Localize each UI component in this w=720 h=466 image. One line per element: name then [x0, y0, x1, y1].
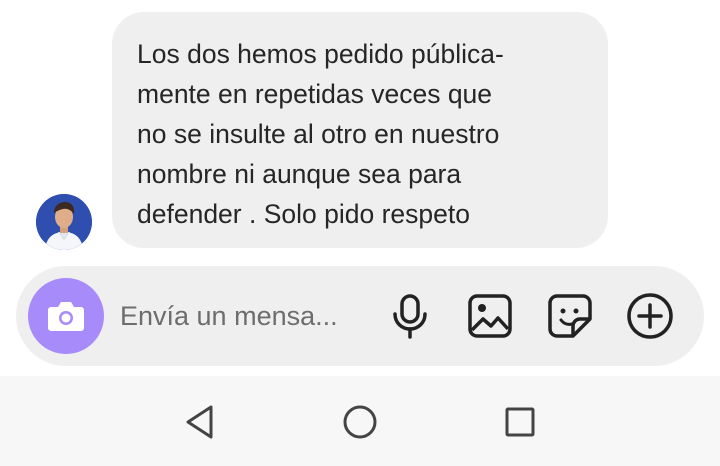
recents-button[interactable] [498, 400, 542, 444]
back-button[interactable] [178, 400, 222, 444]
camera-button[interactable] [28, 278, 104, 354]
message-text-line: nombre ni aunque sea para [137, 159, 462, 189]
message-composer: Envía un mensa... [16, 266, 704, 366]
message-text-line: Los dos hemos pedido pública- [137, 39, 504, 69]
avatar[interactable] [36, 194, 92, 250]
sticker-button[interactable] [545, 291, 595, 341]
voice-message-button[interactable] [385, 291, 435, 341]
recents-icon [505, 407, 535, 437]
sticker-icon [548, 294, 592, 338]
microphone-icon [393, 294, 427, 339]
message-text-line: no se insulte al otro en nuestro [137, 119, 500, 149]
home-button[interactable] [338, 400, 382, 444]
message-text-line: defender . Solo pido respeto [137, 199, 470, 229]
more-options-button[interactable] [625, 291, 675, 341]
message-thread: Los dos hemos pedido pública- mente en r… [0, 0, 720, 262]
home-icon [343, 405, 377, 439]
profile-photo [36, 194, 92, 250]
message-text-line: mente en repetidas veces que [137, 79, 493, 109]
direct-message-screen: Los dos hemos pedido pública- mente en r… [0, 0, 720, 466]
gallery-icon [468, 294, 512, 338]
message-input[interactable]: Envía un mensa... [120, 296, 382, 336]
plus-icon [627, 293, 673, 339]
system-navigation-bar [0, 376, 720, 466]
gallery-button[interactable] [465, 291, 515, 341]
back-icon [186, 405, 213, 439]
camera-icon [48, 302, 84, 331]
received-message-bubble[interactable]: Los dos hemos pedido pública- mente en r… [112, 12, 608, 248]
